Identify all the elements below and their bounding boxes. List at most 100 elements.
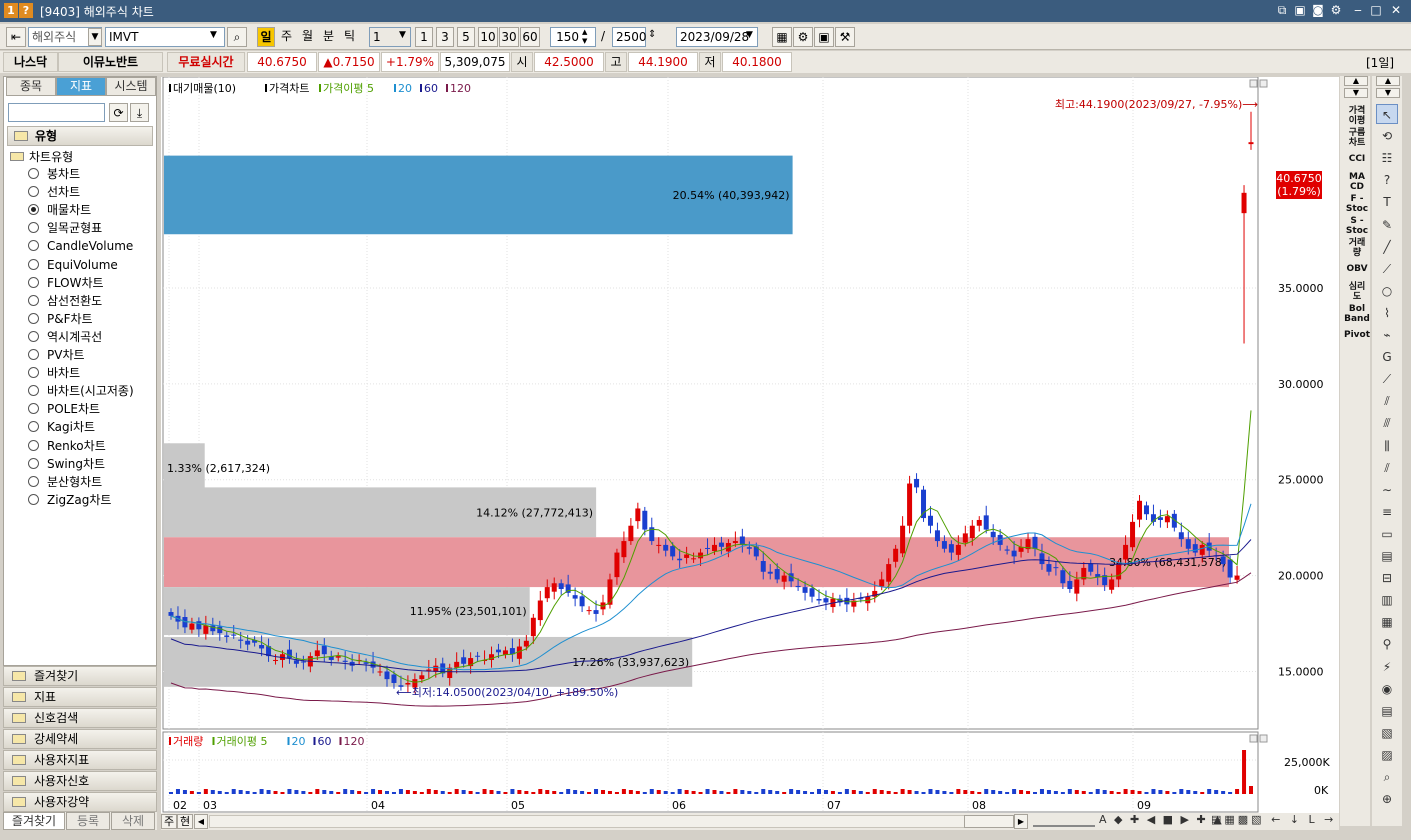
chart-type-option[interactable]: 바차트 — [28, 364, 80, 382]
folder-item[interactable]: 사용자신호 — [3, 771, 157, 791]
radio-icon[interactable] — [28, 222, 39, 234]
scroll-down-icon[interactable]: ▼ — [1344, 88, 1368, 98]
radio-icon[interactable] — [28, 421, 39, 433]
scroll-thumb[interactable] — [964, 815, 1014, 828]
draw-tool-icon[interactable]: ⌕ — [1376, 767, 1398, 787]
mult-1-button[interactable]: 1 — [415, 27, 433, 47]
chart-type-option[interactable]: 바차트(시고저종) — [28, 382, 134, 400]
chart-type-option[interactable]: 일목균형표 — [28, 219, 102, 237]
period-tick-button[interactable]: 틱 — [340, 27, 359, 47]
period-month-button[interactable]: 월 — [298, 27, 317, 47]
draw-tool-icon[interactable]: ⟋ — [1376, 369, 1398, 389]
count-input[interactable]: 150 — [550, 27, 596, 47]
period-minute-button[interactable]: 분 — [319, 27, 338, 47]
tab-indicators[interactable]: 지표 — [56, 77, 106, 96]
chart-type-group[interactable]: 차트유형 — [10, 148, 73, 166]
folder-item[interactable]: 사용자강약 — [3, 792, 157, 812]
ind-ichimoku[interactable]: 구름 차트 — [1344, 128, 1370, 148]
search-icon[interactable]: ⌕ — [227, 27, 247, 47]
draw-tool-icon[interactable]: ✎ — [1376, 215, 1398, 235]
draw-tool-icon[interactable]: ⫼ — [1376, 436, 1398, 456]
mult-10-button[interactable]: 10 — [478, 27, 498, 47]
draw-tool-icon[interactable]: ⊕ — [1376, 789, 1398, 809]
maximize-icon[interactable]: □ — [1368, 3, 1384, 18]
radio-icon[interactable] — [28, 168, 39, 179]
ind-bollinger[interactable]: Bol Band — [1344, 304, 1370, 324]
draw-tool-icon[interactable]: ╱ — [1376, 237, 1398, 257]
gear-icon[interactable]: ⚙ — [1328, 3, 1344, 18]
draw-tool-icon[interactable]: ⌁ — [1376, 325, 1398, 345]
mode-week-button[interactable]: 주 — [161, 814, 177, 829]
chart-type-option[interactable]: P&F차트 — [28, 310, 93, 328]
chart-type-option[interactable]: ZigZag차트 — [28, 491, 111, 509]
ind-volume[interactable]: 거래 량 — [1344, 238, 1370, 258]
tab-favorites[interactable]: 즐겨찾기 — [3, 812, 65, 830]
radio-icon[interactable] — [28, 204, 39, 216]
chart-grid-icon[interactable]: ▦ — [772, 27, 792, 47]
radio-icon[interactable] — [28, 493, 39, 505]
draw-tool-icon[interactable]: ⌇ — [1376, 303, 1398, 323]
chart-type-option[interactable]: 분산형차트 — [28, 473, 102, 491]
ind-pivot[interactable]: Pivot — [1344, 330, 1370, 340]
draw-tool-icon[interactable]: ≡ — [1376, 502, 1398, 522]
mult-60-button[interactable]: 60 — [520, 27, 540, 47]
draw-tool-icon[interactable]: ▨ — [1376, 745, 1398, 765]
folder-item[interactable]: 사용자지표 — [3, 750, 157, 770]
tab-symbols[interactable]: 종목 — [6, 77, 56, 96]
draw-tool-icon[interactable]: G — [1376, 347, 1398, 367]
chevron-down-icon[interactable]: ▼ — [746, 30, 753, 40]
total-input[interactable]: 2500 — [612, 27, 647, 47]
draw-tool-icon[interactable]: ▦ — [1376, 612, 1398, 632]
tab-systems[interactable]: 시스템 — [106, 77, 156, 96]
radio-icon[interactable] — [28, 439, 39, 451]
radio-icon[interactable] — [28, 240, 39, 252]
chart-type-option[interactable]: Swing차트 — [28, 455, 105, 473]
period-week-button[interactable]: 주 — [277, 27, 296, 47]
chevron-down-icon[interactable]: ▼ — [88, 28, 102, 46]
ind-macd[interactable]: MA CD — [1344, 172, 1370, 192]
settings-icon[interactable]: ⚙ — [793, 27, 813, 47]
chart-type-option[interactable]: POLE차트 — [28, 400, 100, 418]
scroll-left-icon[interactable]: ◀ — [194, 814, 208, 829]
radio-icon[interactable] — [28, 294, 39, 306]
section-type-header[interactable]: 유형 — [7, 126, 153, 146]
minimize-icon[interactable]: ‒ — [1350, 3, 1366, 18]
draw-tool-icon[interactable]: ? — [1376, 170, 1398, 190]
chevron-down-icon[interactable]: ▼ — [210, 30, 217, 40]
radio-icon[interactable] — [28, 457, 39, 469]
chart-type-option[interactable]: 역시계곡선 — [28, 328, 102, 346]
scroll-right-icon[interactable]: ▶ — [1014, 814, 1028, 829]
draw-tool-icon[interactable]: ↖ — [1376, 104, 1398, 124]
scroll-down-icon[interactable]: ▼ — [1376, 88, 1400, 98]
draw-tool-icon[interactable]: ▭ — [1376, 524, 1398, 544]
ind-fstoc[interactable]: F - Stoc — [1344, 194, 1370, 214]
chart-type-option[interactable]: Renko차트 — [28, 437, 106, 455]
horizontal-scrollbar[interactable] — [209, 815, 1013, 828]
chart-type-option[interactable]: FLOW차트 — [28, 274, 104, 292]
radio-icon[interactable] — [28, 186, 39, 198]
radio-icon[interactable] — [28, 312, 39, 324]
scroll-up-icon[interactable]: ▲ — [1376, 76, 1400, 86]
mode-current-button[interactable]: 현 — [177, 814, 193, 829]
draw-tool-icon[interactable]: ⊟ — [1376, 568, 1398, 588]
tab-register[interactable]: 등록 — [66, 812, 110, 830]
draw-tool-icon[interactable]: ⫽ — [1376, 391, 1398, 411]
radio-icon[interactable] — [28, 330, 39, 342]
indicator-search-input[interactable] — [8, 103, 105, 122]
chart-type-option[interactable]: 매물차트 — [28, 201, 91, 219]
adjust-icon[interactable]: ⇕ — [648, 29, 656, 40]
draw-tool-icon[interactable]: ▤ — [1376, 701, 1398, 721]
mult-5-button[interactable]: 5 — [457, 27, 475, 47]
folder-item[interactable]: 강세약세 — [3, 729, 157, 749]
chart-type-option[interactable]: EquiVolume — [28, 256, 118, 274]
draw-tool-icon[interactable]: ▤ — [1376, 546, 1398, 566]
save-icon[interactable]: ▣ — [814, 27, 834, 47]
chart-type-option[interactable]: PV차트 — [28, 346, 85, 364]
folder-item[interactable]: 지표 — [3, 687, 157, 707]
draw-tool-icon[interactable]: ⚲ — [1376, 634, 1398, 654]
draw-tool-icon[interactable]: ◉ — [1376, 679, 1398, 699]
prev-symbol-icon[interactable]: ⇤ — [6, 27, 26, 47]
radio-icon[interactable] — [28, 367, 39, 379]
mult-30-button[interactable]: 30 — [499, 27, 519, 47]
draw-tool-icon[interactable]: ⫽ — [1376, 458, 1398, 478]
